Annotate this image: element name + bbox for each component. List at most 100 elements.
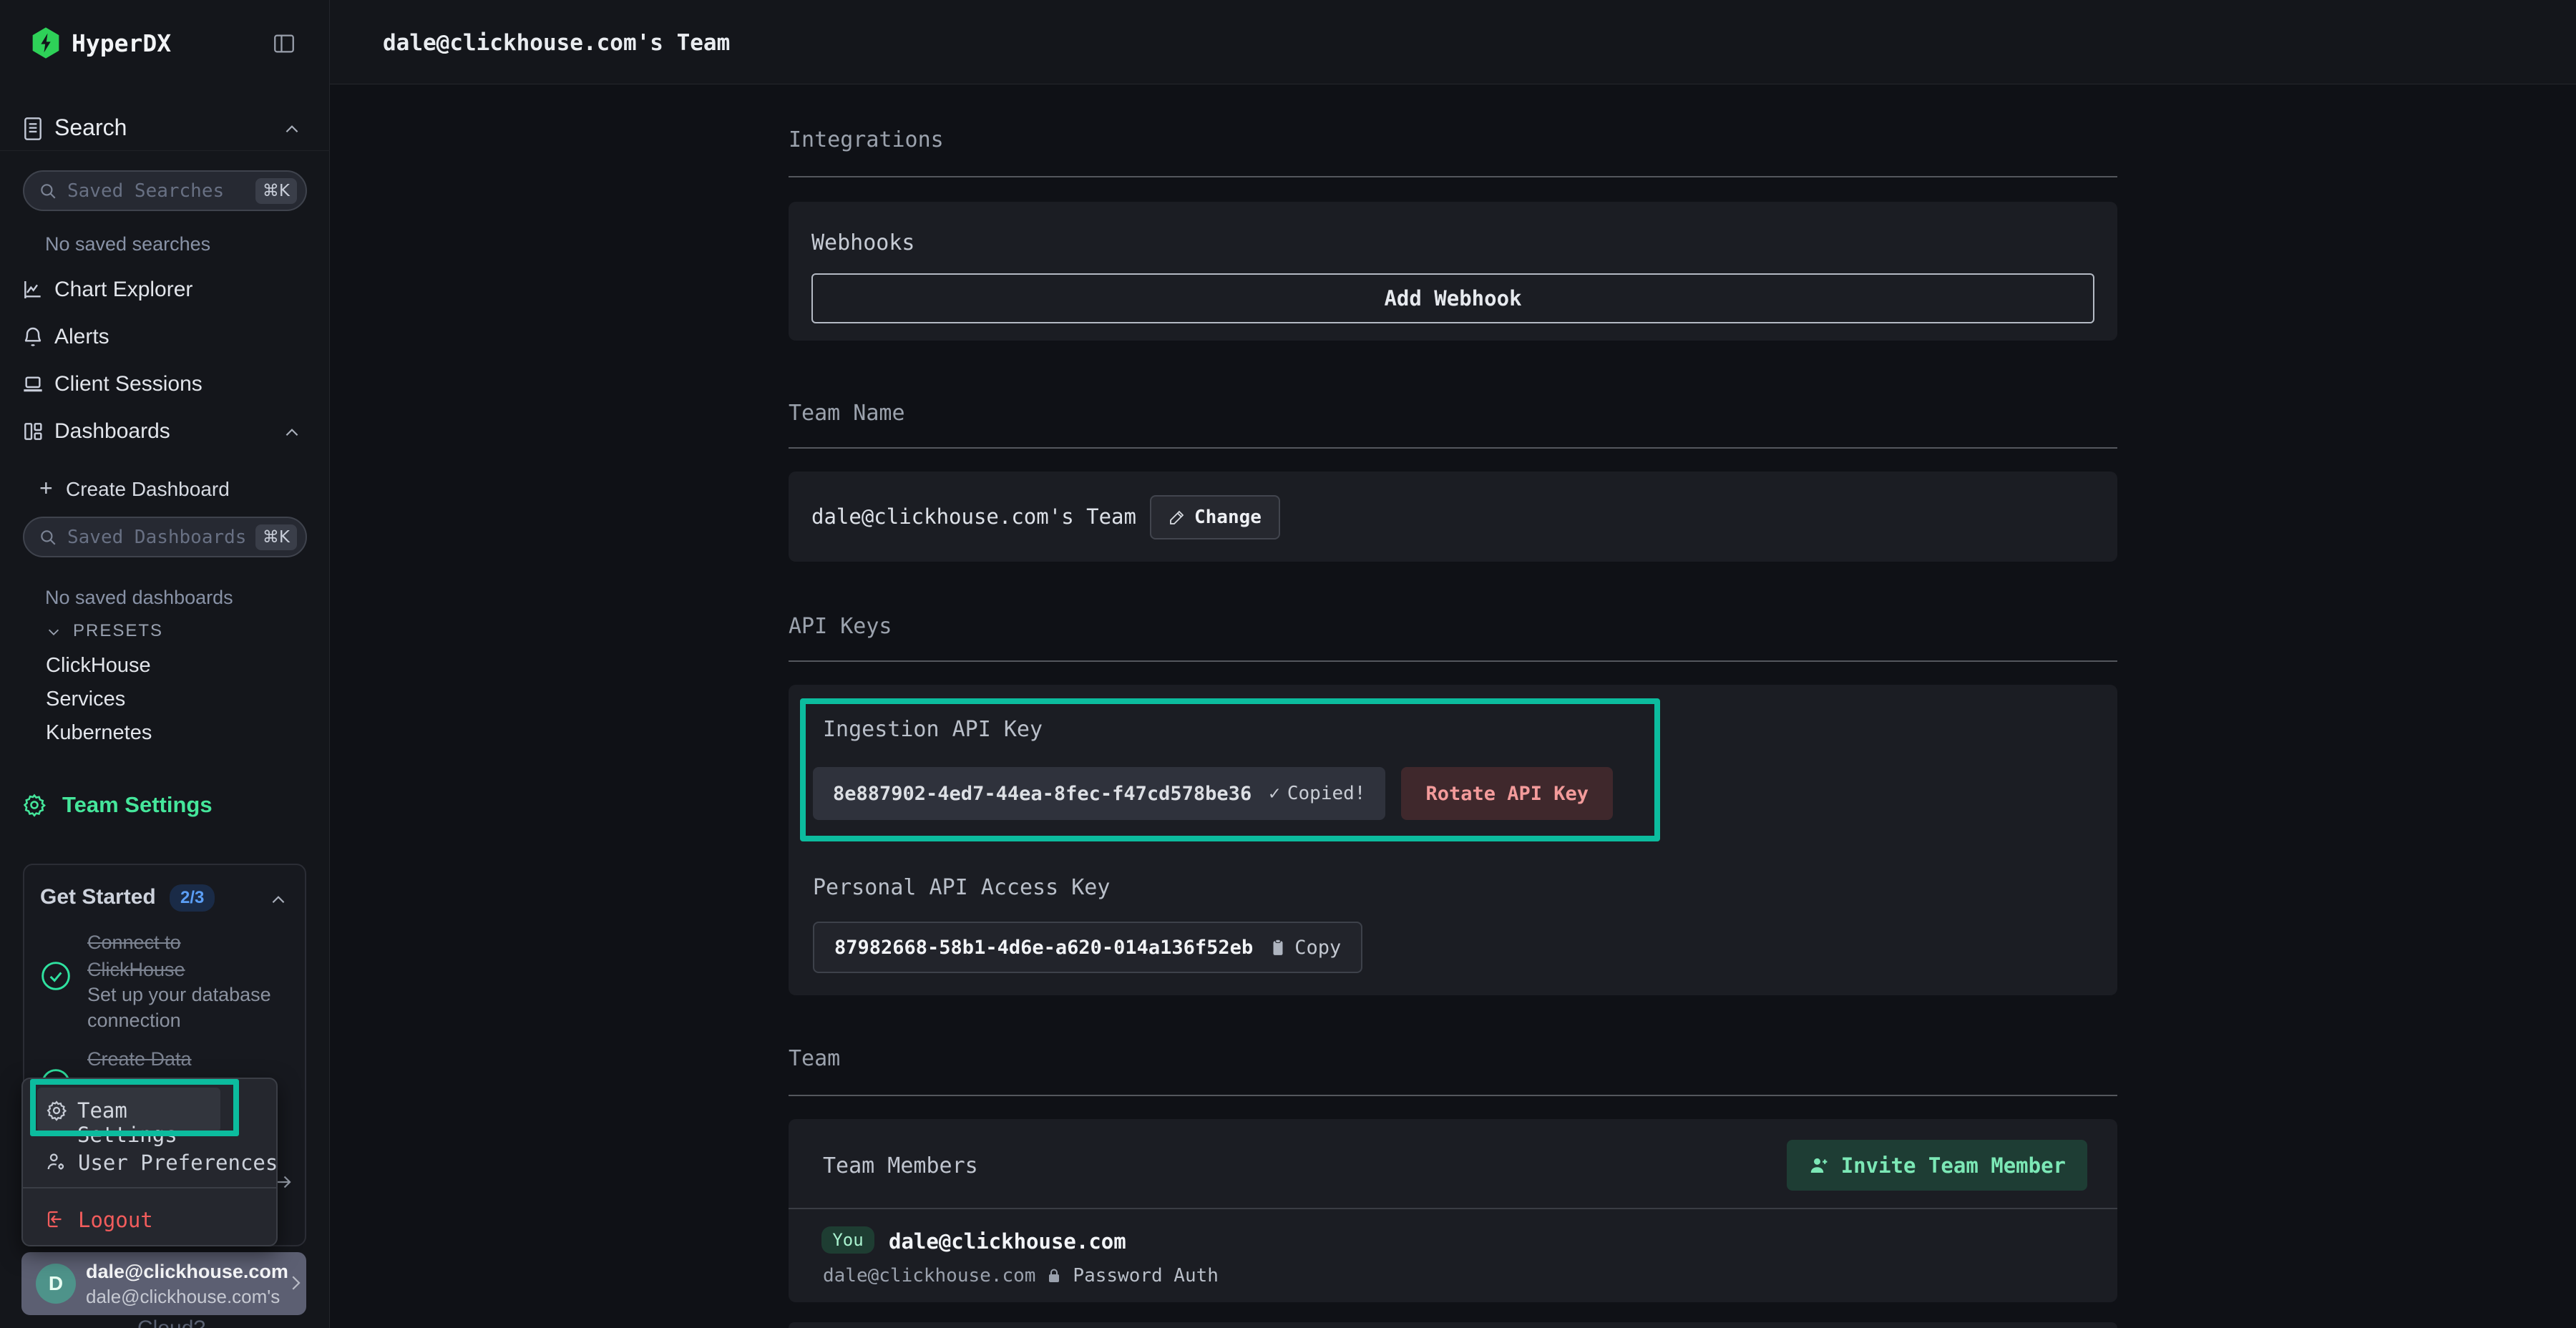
section-title-team: Team [789,1046,840,1071]
team-members-card: Team Members Invite Team Member You dale… [789,1119,2117,1302]
member-auth-method: Password Auth [1073,1265,1219,1286]
hyperdx-logo-icon [31,27,60,59]
presets-label: PRESETS [73,621,163,641]
api-keys-card: Ingestion API Key 8e887902-4ed7-44ea-8fe… [789,685,2117,995]
sidebar-item-dashboards[interactable]: Dashboards [0,416,330,448]
user-plus-icon [1808,1155,1830,1176]
no-saved-dashboards-text: No saved dashboards [45,587,233,609]
personal-api-key-label: Personal API Access Key [813,875,1110,900]
ingestion-api-key-label: Ingestion API Key [823,717,1043,742]
app-logo[interactable]: HyperDX [31,27,171,59]
team-settings-content: Integrations Webhooks Add Webhook Team N… [789,84,2117,1328]
plus-icon: + [39,475,53,502]
gear-icon [22,793,47,817]
sidebar-item-label: Client Sessions [54,372,203,396]
change-team-name-button[interactable]: Change [1150,495,1280,540]
page-header: dale@clickhouse.com's Team [330,0,2576,84]
ingestion-key-row: 8e887902-4ed7-44ea-8fec-f47cd578be36 ✓ C… [813,767,1613,820]
menu-item-label: Logout [78,1208,153,1232]
account-menu-popup: Team Settings User Preferences Logout [21,1078,278,1246]
card-divider [789,1208,2117,1209]
change-button-label: Change [1194,507,1262,528]
sidebar-search-label: Search [54,114,127,141]
get-started-step-title: Connect to ClickHouse [87,929,266,984]
preset-item-kubernetes[interactable]: Kubernetes [46,721,152,745]
saved-searches-input[interactable]: Saved Searches ⌘K [23,170,307,211]
copy-label: Copy [1294,937,1341,959]
saved-searches-placeholder: Saved Searches [67,180,255,202]
team-name-value: dale@clickhouse.com's Team [811,472,1136,562]
check-icon: ✓ [1269,783,1280,804]
chevron-up-icon [283,120,301,139]
get-started-progress-badge: 2/3 [170,884,215,912]
app-logo-text: HyperDX [72,29,171,57]
chevron-right-icon [285,1272,306,1294]
sidebar-item-client-sessions[interactable]: Client Sessions [0,369,330,401]
copied-indicator: ✓ Copied! [1269,783,1365,804]
clipped-bottom-text: Cloud? [137,1317,205,1328]
menu-item-user-preferences[interactable]: User Preferences [23,1142,279,1182]
sidebar-item-alerts[interactable]: Alerts [0,322,330,353]
shortcut-badge: ⌘K [255,524,297,550]
section-divider [789,660,2117,662]
get-started-title: Get Started [40,885,156,909]
dashboard-grid-icon [21,420,44,443]
chart-icon [21,278,44,301]
section-divider [789,447,2117,449]
user-subtitle: dale@clickhouse.com's [86,1286,280,1308]
user-name: dale@clickhouse.com [86,1261,288,1283]
sidebar-section-search[interactable]: Search [0,107,330,151]
you-badge: You [821,1226,874,1254]
ingestion-api-key-chip[interactable]: 8e887902-4ed7-44ea-8fec-f47cd578be36 ✓ C… [813,767,1385,820]
hyperdx-team-settings-screen: HyperDX Search Saved Searches ⌘K No save… [0,0,2576,1328]
create-dashboard-button[interactable]: + Create Dashboard [0,475,330,504]
invite-team-member-button[interactable]: Invite Team Member [1787,1140,2087,1191]
create-dashboard-label: Create Dashboard [66,478,230,501]
sidebar-item-chart-explorer[interactable]: Chart Explorer [0,275,330,306]
menu-item-logout[interactable]: Logout [23,1199,279,1239]
saved-dashboards-input[interactable]: Saved Dashboards ⌘K [23,517,307,557]
clipboard-icon [1269,938,1287,957]
ingestion-api-key-value: 8e887902-4ed7-44ea-8fec-f47cd578be36 [833,783,1252,805]
search-icon [39,528,57,547]
no-saved-searches-text: No saved searches [45,233,210,255]
user-account-button[interactable]: D dale@clickhouse.com dale@clickhouse.co… [21,1252,306,1315]
saved-dashboards-placeholder: Saved Dashboards [67,527,255,548]
sidebar: HyperDX Search Saved Searches ⌘K No save… [0,0,330,1328]
avatar: D [36,1264,76,1304]
page-title: dale@clickhouse.com's Team [383,30,730,56]
gear-icon [46,1100,67,1121]
presets-toggle[interactable]: PRESETS [0,620,330,644]
check-circle-icon [40,960,72,992]
section-title-integrations: Integrations [789,127,944,152]
sidebar-item-team-settings[interactable]: Team Settings [0,790,330,821]
menu-item-label: Team Settings [77,1098,220,1147]
team-settings-label: Team Settings [62,792,213,818]
member-name: dale@clickhouse.com [889,1229,1126,1254]
user-gear-icon [46,1151,67,1173]
copy-button[interactable]: Copy [1269,937,1341,959]
chevron-down-icon [46,624,62,640]
menu-item-team-settings[interactable]: Team Settings [37,1088,220,1132]
sidebar-item-label: Chart Explorer [54,278,192,302]
sidebar-item-label: Dashboards [54,419,170,444]
preset-item-clickhouse[interactable]: ClickHouse [46,654,151,678]
team-members-label: Team Members [823,1153,978,1178]
laptop-icon [21,373,44,396]
personal-api-key-chip[interactable]: 87982668-58b1-4d6e-a620-014a136f52eb Cop… [813,922,1362,973]
copied-label: Copied! [1287,783,1366,804]
invite-button-label: Invite Team Member [1841,1153,2066,1178]
section-title-team-name: Team Name [789,401,905,426]
chevron-up-icon [283,424,301,442]
rotate-button-label: Rotate API Key [1425,783,1589,805]
sidebar-item-label: Alerts [54,325,109,349]
chevron-up-icon[interactable] [269,891,288,909]
preset-item-services[interactable]: Services [46,688,125,711]
collapse-sidebar-icon[interactable] [272,31,296,56]
rotate-api-key-button[interactable]: Rotate API Key [1401,767,1613,820]
personal-api-key-value: 87982668-58b1-4d6e-a620-014a136f52eb [834,937,1253,959]
menu-divider [23,1187,276,1188]
add-webhook-button[interactable]: Add Webhook [811,273,2094,323]
get-started-step-subtitle: Set up your database connection [87,982,273,1034]
webhooks-label: Webhooks [811,230,915,255]
